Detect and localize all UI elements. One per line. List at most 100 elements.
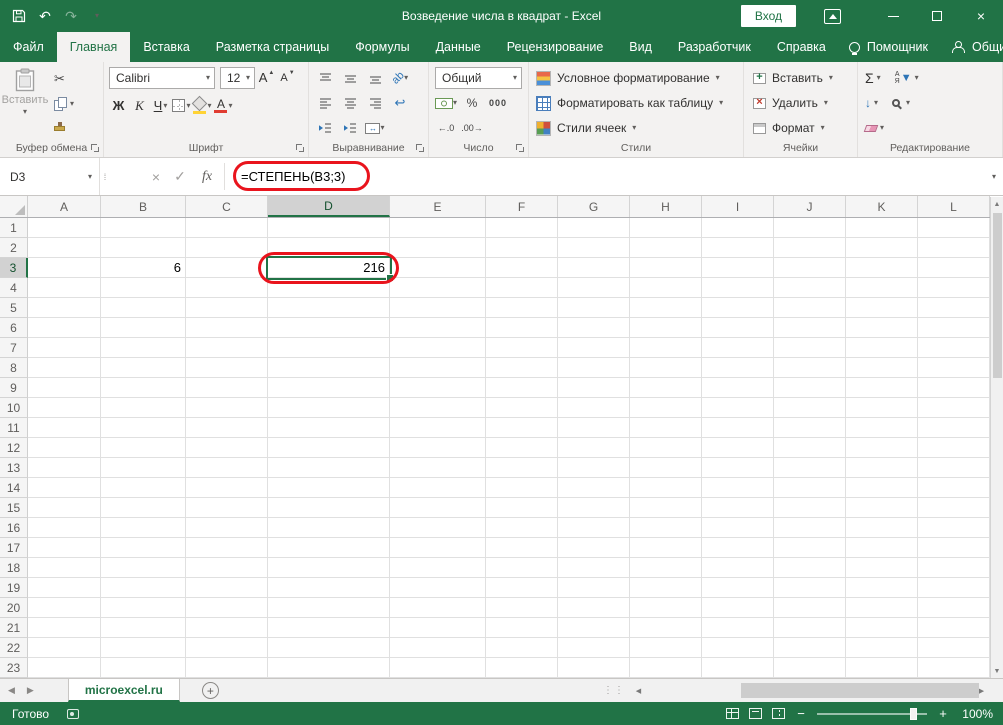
vertical-scrollbar-thumb[interactable]	[993, 213, 1002, 378]
row-header-22[interactable]: 22	[0, 638, 28, 658]
cell-F4[interactable]	[486, 278, 558, 298]
cell-B14[interactable]	[101, 478, 186, 498]
cell-G16[interactable]	[558, 518, 630, 538]
cell-J23[interactable]	[774, 658, 846, 678]
cell-F5[interactable]	[486, 298, 558, 318]
cell-J21[interactable]	[774, 618, 846, 638]
bold-button[interactable]: Ж	[109, 95, 128, 117]
copy-button[interactable]: ▾	[49, 91, 79, 116]
cell-B1[interactable]	[101, 218, 186, 238]
cell-G19[interactable]	[558, 578, 630, 598]
cell-G7[interactable]	[558, 338, 630, 358]
cell-E6[interactable]	[390, 318, 486, 338]
cell-I11[interactable]	[702, 418, 774, 438]
maximize-button[interactable]	[915, 0, 959, 32]
cell-K20[interactable]	[846, 598, 918, 618]
row-header-3[interactable]: 3	[0, 258, 28, 278]
cell-A19[interactable]	[28, 578, 101, 598]
cell-J19[interactable]	[774, 578, 846, 598]
cell-F8[interactable]	[486, 358, 558, 378]
cell-D12[interactable]	[268, 438, 390, 458]
cell-L7[interactable]	[918, 338, 990, 358]
cell-F15[interactable]	[486, 498, 558, 518]
cell-J17[interactable]	[774, 538, 846, 558]
cell-C22[interactable]	[186, 638, 268, 658]
cell-E14[interactable]	[390, 478, 486, 498]
cell-F3[interactable]	[486, 258, 558, 278]
cell-I21[interactable]	[702, 618, 774, 638]
cell-E17[interactable]	[390, 538, 486, 558]
tab-home[interactable]: Главная	[57, 32, 131, 62]
cell-J4[interactable]	[774, 278, 846, 298]
cell-A4[interactable]	[28, 278, 101, 298]
cell-H2[interactable]	[630, 238, 702, 258]
cell-F2[interactable]	[486, 238, 558, 258]
cell-I3[interactable]	[702, 258, 774, 278]
cell-J15[interactable]	[774, 498, 846, 518]
column-header-K[interactable]: K	[846, 196, 918, 217]
view-page-layout-icon[interactable]	[749, 708, 762, 719]
decrease-decimal-button[interactable]: .00→	[461, 118, 483, 138]
cell-H17[interactable]	[630, 538, 702, 558]
cell-H14[interactable]	[630, 478, 702, 498]
cell-H22[interactable]	[630, 638, 702, 658]
row-header-18[interactable]: 18	[0, 558, 28, 578]
cell-H16[interactable]	[630, 518, 702, 538]
column-header-I[interactable]: I	[702, 196, 774, 217]
cell-L22[interactable]	[918, 638, 990, 658]
cell-G3[interactable]	[558, 258, 630, 278]
cell-H9[interactable]	[630, 378, 702, 398]
dialog-launcher-alignment[interactable]	[416, 144, 425, 153]
cell-K23[interactable]	[846, 658, 918, 678]
cell-I13[interactable]	[702, 458, 774, 478]
cell-L8[interactable]	[918, 358, 990, 378]
orientation-button[interactable]: ab▾	[389, 68, 411, 88]
cell-C12[interactable]	[186, 438, 268, 458]
cell-D21[interactable]	[268, 618, 390, 638]
format-cells-button[interactable]: Формат ▾	[753, 117, 848, 139]
cut-button[interactable]: ✂	[49, 66, 79, 91]
cell-G11[interactable]	[558, 418, 630, 438]
cell-I14[interactable]	[702, 478, 774, 498]
tab-formulas[interactable]: Формулы	[342, 32, 422, 62]
cell-C6[interactable]	[186, 318, 268, 338]
cell-H12[interactable]	[630, 438, 702, 458]
cell-E12[interactable]	[390, 438, 486, 458]
cell-D10[interactable]	[268, 398, 390, 418]
cell-K11[interactable]	[846, 418, 918, 438]
cell-L23[interactable]	[918, 658, 990, 678]
cell-K12[interactable]	[846, 438, 918, 458]
cell-E9[interactable]	[390, 378, 486, 398]
cell-A22[interactable]	[28, 638, 101, 658]
customize-qat-button[interactable]: ▾	[84, 0, 110, 32]
view-page-break-icon[interactable]	[772, 708, 785, 719]
cell-A7[interactable]	[28, 338, 101, 358]
cell-G20[interactable]	[558, 598, 630, 618]
cell-C13[interactable]	[186, 458, 268, 478]
row-header-11[interactable]: 11	[0, 418, 28, 438]
cell-H18[interactable]	[630, 558, 702, 578]
cell-B13[interactable]	[101, 458, 186, 478]
vertical-scrollbar[interactable]: ▲ ▼	[990, 197, 1003, 678]
row-header-9[interactable]: 9	[0, 378, 28, 398]
tab-file[interactable]: Файл	[0, 32, 57, 62]
cell-D8[interactable]	[268, 358, 390, 378]
column-header-G[interactable]: G	[558, 196, 630, 217]
cell-J13[interactable]	[774, 458, 846, 478]
cell-L13[interactable]	[918, 458, 990, 478]
cell-G5[interactable]	[558, 298, 630, 318]
cell-A8[interactable]	[28, 358, 101, 378]
cell-D11[interactable]	[268, 418, 390, 438]
row-header-13[interactable]: 13	[0, 458, 28, 478]
cell-I22[interactable]	[702, 638, 774, 658]
cell-B21[interactable]	[101, 618, 186, 638]
cell-L14[interactable]	[918, 478, 990, 498]
row-header-20[interactable]: 20	[0, 598, 28, 618]
cell-F12[interactable]	[486, 438, 558, 458]
cell-J2[interactable]	[774, 238, 846, 258]
align-center-button[interactable]	[339, 93, 361, 113]
delete-cells-button[interactable]: × Удалить ▾	[753, 92, 848, 114]
cell-A13[interactable]	[28, 458, 101, 478]
minimize-button[interactable]	[871, 0, 915, 32]
cell-G22[interactable]	[558, 638, 630, 658]
